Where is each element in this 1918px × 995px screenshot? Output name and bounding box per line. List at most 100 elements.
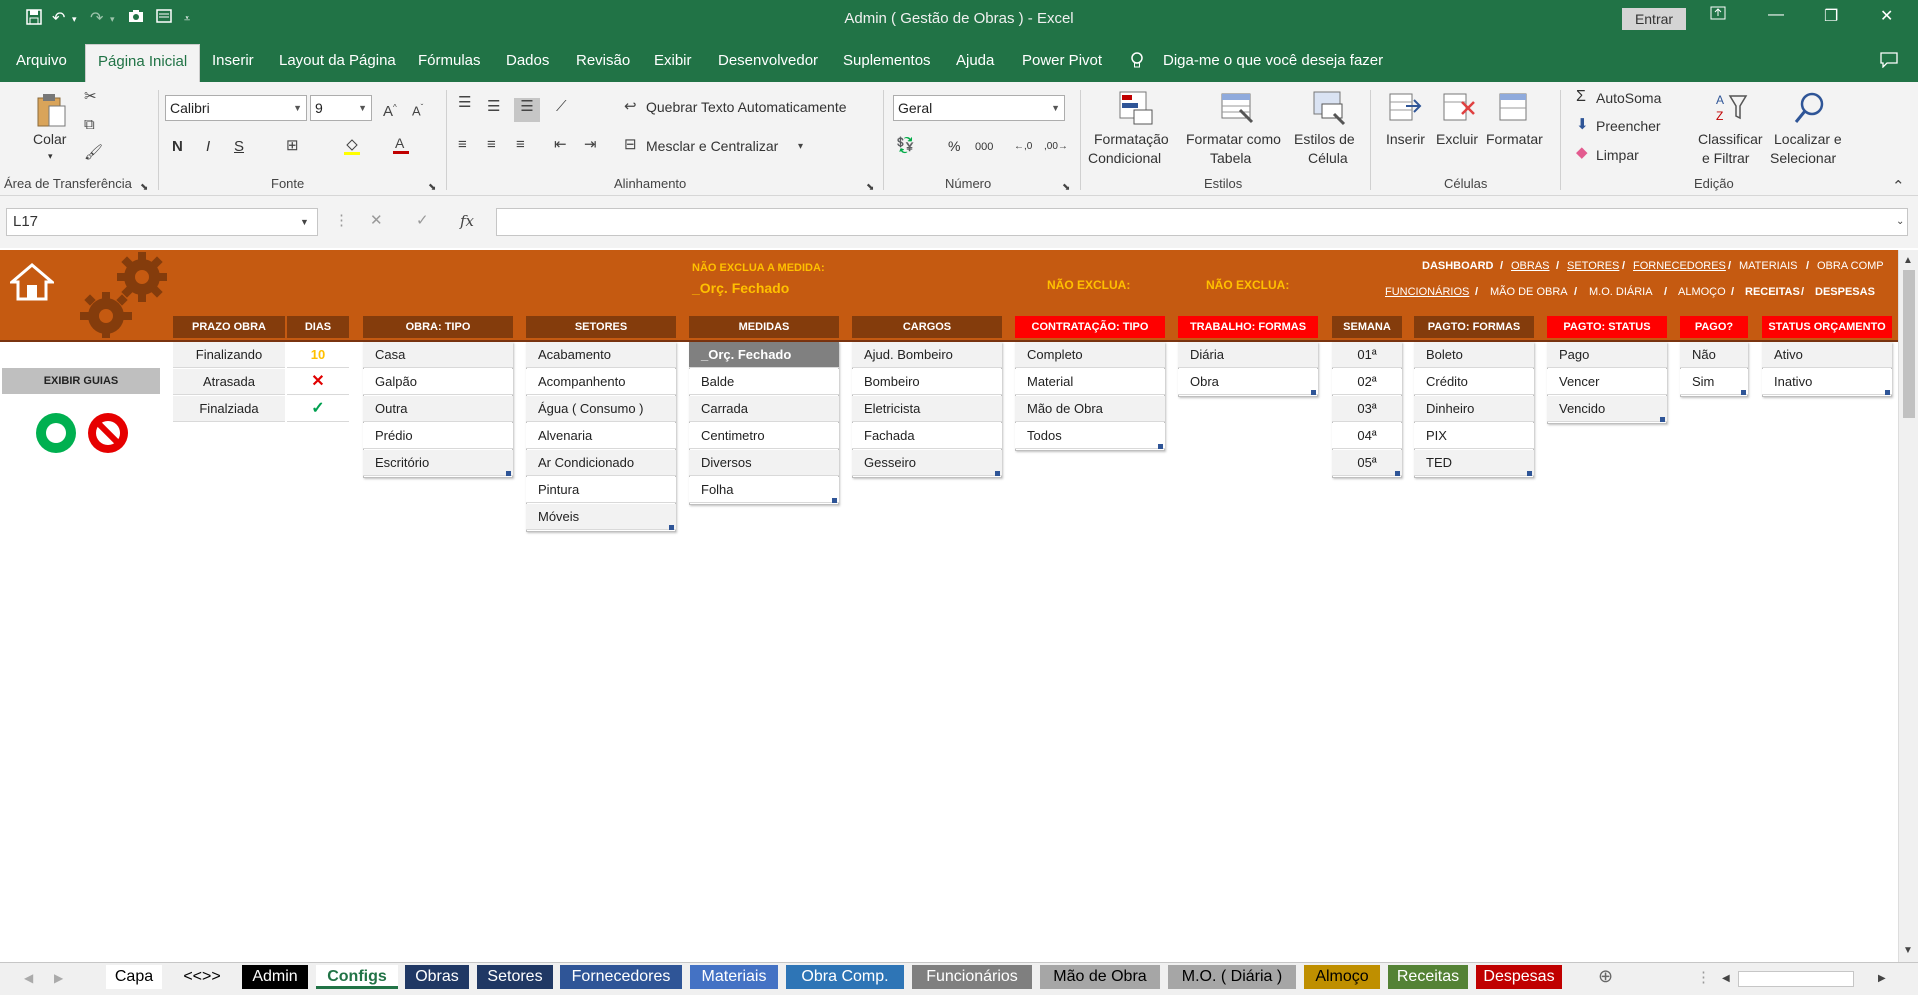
paste-label[interactable]: Colar — [33, 131, 66, 148]
cell-styles-icon[interactable] — [1310, 90, 1346, 126]
dias-check-icon[interactable]: ✓ — [287, 396, 349, 422]
delete-cells-label[interactable]: Excluir — [1436, 131, 1478, 148]
semana-cell[interactable]: 03ª — [1332, 396, 1402, 422]
sort-filter-label2[interactable]: e Filtrar — [1702, 150, 1749, 167]
tell-me-search[interactable]: Diga-me o que você deseja fazer — [1163, 52, 1383, 70]
enter-formula-icon[interactable]: ✓ — [416, 212, 429, 230]
medidas-cell[interactable]: Diversos — [689, 450, 839, 476]
status-orc-cell[interactable]: Inativo — [1762, 369, 1892, 395]
pagto-formas-cell[interactable]: PIX — [1414, 423, 1534, 449]
formula-input[interactable] — [496, 208, 1908, 236]
tab-revisao[interactable]: Revisão — [576, 52, 630, 70]
cargos-cell[interactable]: Gesseiro — [852, 450, 1002, 476]
paste-icon[interactable] — [34, 92, 70, 128]
sheet-tab-capa[interactable]: Capa — [106, 965, 162, 989]
tab-exibir[interactable]: Exibir — [654, 52, 692, 70]
align-top-icon[interactable]: ☰ — [458, 94, 471, 112]
pago-cell[interactable]: Sim — [1680, 369, 1748, 395]
nav-mao-de-obra[interactable]: MÃO DE OBRA — [1490, 286, 1568, 298]
copy-icon[interactable]: ⧉ — [84, 116, 95, 134]
nav-fornecedores[interactable]: FORNECEDORES — [1633, 260, 1726, 272]
sheet-tab-funcionarios[interactable]: Funcionários — [912, 965, 1032, 989]
cargos-cell[interactable]: Bombeiro — [852, 369, 1002, 395]
horizontal-scrollbar[interactable] — [1738, 971, 1854, 987]
setores-cell[interactable]: Pintura — [526, 477, 676, 503]
close-icon[interactable]: ✕ — [1880, 6, 1893, 26]
format-table-label2[interactable]: Tabela — [1210, 150, 1251, 167]
collapse-ribbon-icon[interactable]: ⌃ — [1892, 178, 1905, 196]
medidas-cell[interactable]: _Orç. Fechado — [689, 342, 839, 368]
signin-button[interactable]: Entrar — [1622, 8, 1686, 30]
cargos-cell[interactable]: Ajud. Bombeiro — [852, 342, 1002, 368]
italic-button[interactable]: I — [206, 138, 210, 155]
tab-ajuda[interactable]: Ajuda — [956, 52, 994, 70]
decrease-font-icon[interactable]: Aˇ — [412, 99, 423, 120]
nav-setores[interactable]: SETORES — [1567, 260, 1619, 272]
tab-suplementos[interactable]: Suplementos — [843, 52, 931, 70]
fill-color-icon[interactable] — [343, 137, 361, 160]
setores-cell[interactable]: Água ( Consumo ) — [526, 396, 676, 422]
tab-scroll-right-icon[interactable]: ▶ — [54, 969, 63, 987]
show-tabs-on-icon[interactable] — [34, 411, 78, 460]
insert-function-icon[interactable]: fx — [460, 212, 474, 230]
status-orc-cell[interactable]: Ativo — [1762, 342, 1892, 368]
expand-formula-icon[interactable]: ⌄ — [1896, 213, 1904, 231]
sheet-tab-setores[interactable]: Setores — [477, 965, 553, 989]
namebox-dropdown-icon[interactable]: ▼ — [300, 213, 309, 231]
setores-cell[interactable]: Ar Condicionado — [526, 450, 676, 476]
increase-indent-icon[interactable]: ⇥ — [584, 136, 597, 154]
splitter-icon[interactable]: ⋮ — [1696, 969, 1711, 987]
conditional-format-icon[interactable] — [1118, 90, 1154, 126]
sheet-tab-mao-de-obra[interactable]: Mão de Obra — [1040, 965, 1160, 989]
contratacao-cell[interactable]: Completo — [1015, 342, 1165, 368]
nav-obra-comp[interactable]: OBRA COMP — [1817, 260, 1884, 272]
align-center-icon[interactable]: ≡ — [487, 136, 496, 154]
semana-cell[interactable]: 04ª — [1332, 423, 1402, 449]
setores-cell[interactable]: Acompanhento — [526, 369, 676, 395]
nav-mo-diaria[interactable]: M.O. DIÁRIA — [1589, 286, 1653, 298]
tab-power-pivot[interactable]: Power Pivot — [1022, 52, 1102, 70]
number-launcher-icon[interactable]: ⬊ — [1062, 179, 1070, 197]
merge-dropdown-icon[interactable]: ▾ — [798, 138, 803, 156]
sort-filter-icon[interactable]: AZ — [1714, 90, 1750, 126]
prazo-cell[interactable]: Atrasada — [173, 369, 285, 395]
tab-pagina-inicial[interactable]: Página Inicial — [85, 44, 201, 82]
sheet-tab-admin[interactable]: Admin — [242, 965, 308, 989]
table-resize-handle[interactable] — [506, 471, 511, 476]
restore-icon[interactable]: ❐ — [1824, 6, 1838, 26]
insert-cells-label[interactable]: Inserir — [1386, 131, 1425, 148]
table-resize-handle[interactable] — [1158, 444, 1163, 449]
nav-funcionarios[interactable]: FUNCIONÁRIOS — [1385, 286, 1469, 298]
sheet-tab-despesas[interactable]: Despesas — [1476, 965, 1562, 989]
tab-dados[interactable]: Dados — [506, 52, 549, 70]
font-color-icon[interactable]: A — [392, 135, 410, 160]
vertical-scrollbar[interactable]: ▲ ▼ — [1898, 250, 1918, 962]
thousands-icon[interactable]: 000 — [975, 139, 993, 156]
pagto-formas-cell[interactable]: Boleto — [1414, 342, 1534, 368]
semana-cell[interactable]: 02ª — [1332, 369, 1402, 395]
number-format-select[interactable]: Geral ▼ — [893, 95, 1065, 121]
decrease-decimal-icon[interactable]: ,00→ — [1044, 138, 1068, 155]
medidas-cell[interactable]: Folha — [689, 477, 839, 503]
nav-despesas[interactable]: DESPESAS — [1815, 286, 1875, 298]
scroll-up-icon[interactable]: ▲ — [1903, 252, 1913, 270]
pagto-formas-cell[interactable]: TED — [1414, 450, 1534, 476]
sheet-tab-obras[interactable]: Obras — [405, 965, 469, 989]
conditional-format-label2[interactable]: Condicional — [1088, 150, 1161, 167]
add-sheet-icon[interactable]: ⊕ — [1598, 967, 1613, 985]
semana-cell[interactable]: 01ª — [1332, 342, 1402, 368]
table-resize-handle[interactable] — [669, 525, 674, 530]
font-name-select[interactable]: Calibri ▼ — [165, 95, 307, 121]
hscroll-right-icon[interactable]: ▶ — [1878, 970, 1886, 988]
setores-cell[interactable]: Alvenaria — [526, 423, 676, 449]
ribbon-display-icon[interactable] — [1710, 6, 1726, 25]
obra-tipo-cell[interactable]: Galpão — [363, 369, 513, 395]
find-select-label1[interactable]: Localizar e — [1774, 131, 1842, 148]
table-resize-handle[interactable] — [1660, 417, 1665, 422]
tab-desenvolvedor[interactable]: Desenvolvedor — [718, 52, 818, 70]
obra-tipo-cell[interactable]: Escritório — [363, 450, 513, 476]
orientation-icon[interactable]: ⟋ — [556, 98, 567, 116]
home-icon[interactable] — [7, 262, 57, 307]
find-select-icon[interactable] — [1792, 90, 1828, 126]
alignment-launcher-icon[interactable]: ⬊ — [866, 179, 874, 197]
